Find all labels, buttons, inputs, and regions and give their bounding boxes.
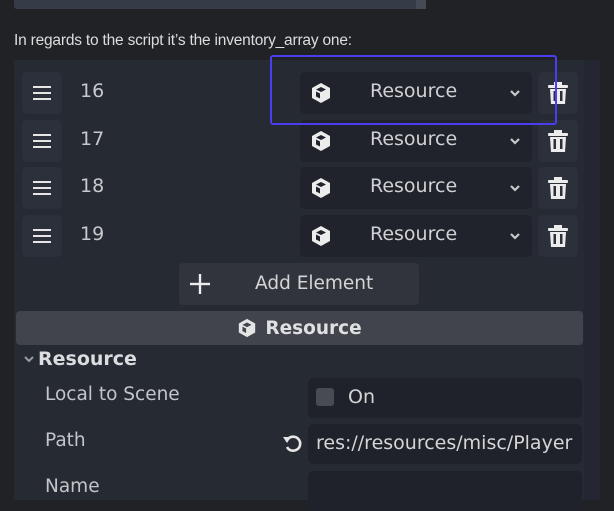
array-index: 19 xyxy=(80,223,105,245)
drag-handle[interactable] xyxy=(22,215,62,257)
chevron-down-icon[interactable] xyxy=(508,134,522,148)
plus-icon xyxy=(190,274,210,294)
resource-type-label: Resource xyxy=(370,175,458,197)
resource-section-toggle[interactable]: Resource xyxy=(22,348,137,370)
name-label: Name xyxy=(45,476,100,497)
hamburger-icon xyxy=(33,181,51,195)
highlight-box xyxy=(270,55,557,125)
trash-icon xyxy=(548,177,568,199)
resource-section-title: Resource xyxy=(38,348,137,370)
hamburger-icon xyxy=(33,229,51,243)
chevron-down-icon[interactable] xyxy=(508,229,522,243)
cube-icon xyxy=(239,318,256,338)
drag-handle[interactable] xyxy=(22,72,62,114)
code-block-scrollbar[interactable] xyxy=(416,0,426,9)
resource-picker[interactable]: Resource xyxy=(300,167,532,209)
chevron-down-icon xyxy=(24,356,34,363)
chevron-down-icon[interactable] xyxy=(508,181,522,195)
inspector-scrollbar[interactable] xyxy=(584,60,600,500)
drag-handle[interactable] xyxy=(22,120,62,162)
cube-icon xyxy=(312,226,330,246)
delete-button[interactable] xyxy=(538,167,578,209)
resource-picker[interactable]: Resource xyxy=(300,215,532,257)
add-element-label: Add Element xyxy=(255,273,374,294)
hamburger-icon xyxy=(33,86,51,100)
name-field[interactable] xyxy=(308,471,582,511)
array-index: 18 xyxy=(80,175,105,197)
array-index: 17 xyxy=(80,128,105,150)
post-text: In regards to the script it’s the invent… xyxy=(14,32,352,49)
cube-icon xyxy=(312,131,330,151)
trash-icon xyxy=(548,225,568,247)
inspector-panel: 16 Resource 17 Resource 18 Resource 19 R… xyxy=(14,60,600,511)
hamburger-icon xyxy=(33,134,51,148)
local-to-scene-checkbox[interactable] xyxy=(316,388,334,406)
resource-type-label: Resource xyxy=(370,128,458,150)
path-field[interactable]: res://resources/misc/Player xyxy=(308,424,582,464)
resource-type-label: Resource xyxy=(370,223,458,245)
checkbox-on-label: On xyxy=(348,386,375,408)
trash-icon xyxy=(548,130,568,152)
cube-icon xyxy=(312,178,330,198)
path-label: Path xyxy=(45,430,86,451)
resource-header-label: Resource xyxy=(265,317,362,339)
delete-button[interactable] xyxy=(538,215,578,257)
array-index: 16 xyxy=(80,80,105,102)
delete-button[interactable] xyxy=(538,120,578,162)
local-to-scene-field[interactable]: On xyxy=(308,378,582,418)
add-element-button[interactable]: Add Element xyxy=(179,263,419,305)
path-value: res://resources/misc/Player xyxy=(316,432,573,454)
revert-icon[interactable] xyxy=(282,432,304,454)
resource-header[interactable]: Resource xyxy=(16,311,583,345)
resource-picker[interactable]: Resource xyxy=(300,120,532,162)
drag-handle[interactable] xyxy=(22,167,62,209)
local-to-scene-label: Local to Scene xyxy=(45,384,180,405)
code-block-bottom xyxy=(14,0,426,9)
